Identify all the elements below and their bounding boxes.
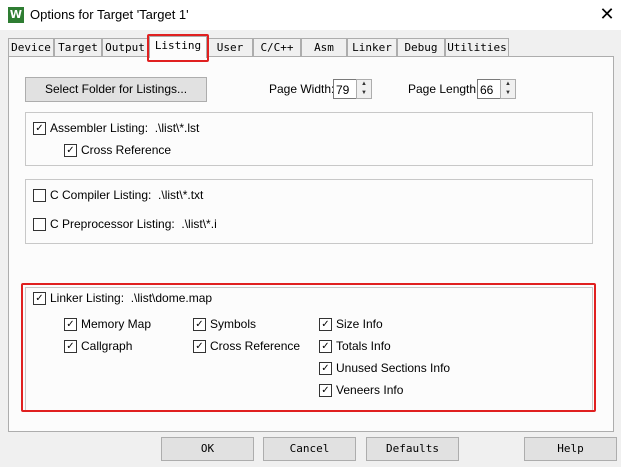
callgraph-label: Callgraph — [81, 339, 133, 353]
page-width-label: Page Width: — [269, 82, 335, 96]
size-info-checkbox[interactable]: ✓ — [319, 318, 332, 331]
ok-button[interactable]: OK — [161, 437, 254, 461]
tab-linker[interactable]: Linker — [347, 38, 397, 57]
tab-target[interactable]: Target — [54, 38, 102, 57]
c-compiler-listing-checkbox[interactable] — [33, 189, 46, 202]
spin-down-icon[interactable]: ▼ — [501, 89, 515, 98]
app-logo-icon: W — [8, 7, 24, 23]
page-width-input[interactable]: 79 — [333, 79, 357, 99]
size-info-label: Size Info — [336, 317, 383, 331]
tab-device[interactable]: Device — [8, 38, 54, 57]
totals-info-label: Totals Info — [336, 339, 391, 353]
help-button[interactable]: Help — [524, 437, 617, 461]
select-folder-button[interactable]: Select Folder for Listings... — [25, 77, 207, 102]
callgraph-checkbox[interactable]: ✓ — [64, 340, 77, 353]
c-preprocessor-listing-label: C Preprocessor Listing: .\list\*.i — [50, 217, 217, 231]
cross-reference-label: Cross Reference — [81, 143, 172, 157]
window-title: Options for Target 'Target 1' — [30, 7, 189, 22]
veneers-info-checkbox[interactable]: ✓ — [319, 384, 332, 397]
linker-listing-checkbox[interactable]: ✓ — [33, 292, 46, 305]
tab-user[interactable]: User — [207, 38, 253, 57]
spin-up-icon[interactable]: ▲ — [357, 80, 371, 89]
page-length-spinner[interactable]: ▲ ▼ — [500, 79, 516, 99]
select-folder-label: Select Folder for Listings... — [44, 82, 188, 96]
memory-map-checkbox[interactable]: ✓ — [64, 318, 77, 331]
defaults-button[interactable]: Defaults — [366, 437, 459, 461]
unused-sections-checkbox[interactable]: ✓ — [319, 362, 332, 375]
tab-utilities[interactable]: Utilities — [445, 38, 509, 57]
page-length-input[interactable]: 66 — [477, 79, 501, 99]
assembler-listing-checkbox[interactable]: ✓ — [33, 122, 46, 135]
tab-listing[interactable]: Listing — [149, 36, 207, 58]
tab-asm[interactable]: Asm — [301, 38, 347, 57]
totals-info-checkbox[interactable]: ✓ — [319, 340, 332, 353]
unused-sections-label: Unused Sections Info — [336, 361, 451, 375]
spin-down-icon[interactable]: ▼ — [357, 89, 371, 98]
tab-debug[interactable]: Debug — [397, 38, 445, 57]
tab-output[interactable]: Output — [102, 38, 148, 57]
tab-c-cpp[interactable]: C/C++ — [253, 38, 301, 57]
veneers-info-label: Veneers Info — [336, 383, 404, 397]
linker-cross-reference-checkbox[interactable]: ✓ — [193, 340, 206, 353]
linker-cross-reference-label: Cross Reference — [210, 339, 301, 353]
close-icon[interactable]: ✕ — [596, 3, 618, 25]
c-compiler-listing-label: C Compiler Listing: .\list\*.txt — [50, 188, 204, 202]
page-length-label: Page Length: — [408, 82, 480, 96]
cross-reference-checkbox[interactable]: ✓ — [64, 144, 77, 157]
c-preprocessor-listing-checkbox[interactable] — [33, 218, 46, 231]
assembler-listing-label: Assembler Listing: .\list\*.lst — [50, 121, 200, 135]
page-width-spinner[interactable]: ▲ ▼ — [356, 79, 372, 99]
symbols-checkbox[interactable]: ✓ — [193, 318, 206, 331]
symbols-label: Symbols — [210, 317, 257, 331]
memory-map-label: Memory Map — [81, 317, 152, 331]
spin-up-icon[interactable]: ▲ — [501, 80, 515, 89]
cancel-button[interactable]: Cancel — [263, 437, 356, 461]
linker-listing-label: Linker Listing: .\list\dome.map — [50, 291, 213, 305]
